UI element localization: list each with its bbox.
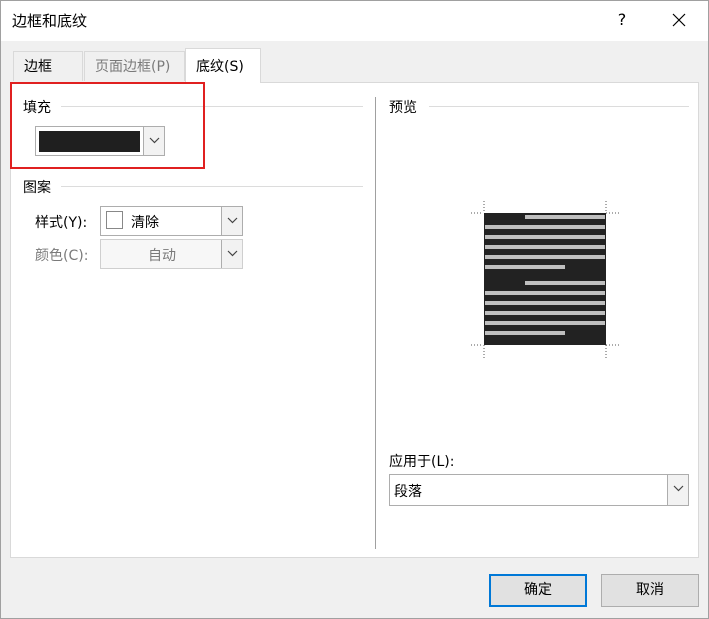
cancel-button[interactable]: 取消 bbox=[601, 574, 699, 607]
apply-to-value: 段落 bbox=[394, 484, 422, 500]
preview-group-divider bbox=[429, 106, 689, 107]
preview-group-label: 预览 bbox=[389, 97, 421, 117]
style-dropdown-arrow[interactable] bbox=[221, 207, 242, 235]
style-value: 清除 bbox=[131, 215, 159, 231]
fill-dropdown-arrow[interactable] bbox=[143, 127, 164, 155]
style-dropdown[interactable]: 清除 bbox=[100, 206, 243, 236]
dialog-title: 边框和底纹 bbox=[12, 12, 88, 30]
apply-to-dropdown[interactable]: 段落 bbox=[389, 474, 689, 506]
ok-button[interactable]: 确定 bbox=[489, 574, 587, 607]
preview-line bbox=[525, 215, 605, 219]
tab-borders[interactable]: 边框(B) bbox=[13, 51, 83, 105]
pattern-group-label: 图案 bbox=[23, 177, 55, 197]
tab-shading[interactable]: 底纹(S) bbox=[185, 48, 261, 83]
apply-to-label: 应用于(L): bbox=[389, 454, 455, 470]
preview-line bbox=[485, 291, 605, 295]
fill-group-divider bbox=[61, 106, 363, 107]
pattern-color-dropdown-arrow[interactable] bbox=[221, 240, 242, 268]
tab-shading-label: 底纹(S) bbox=[196, 59, 244, 75]
fill-color-dropdown[interactable] bbox=[35, 126, 165, 156]
panel-vertical-divider bbox=[375, 97, 376, 549]
fill-color-swatch bbox=[39, 131, 140, 152]
shading-preview bbox=[484, 213, 606, 345]
chevron-down-icon bbox=[673, 485, 684, 492]
preview-line bbox=[485, 301, 605, 305]
apply-to-dropdown-arrow[interactable] bbox=[667, 475, 688, 505]
preview-line bbox=[485, 255, 605, 259]
preview-line bbox=[485, 225, 605, 229]
preview-line bbox=[525, 281, 605, 285]
preview-line bbox=[485, 235, 605, 239]
pattern-color-label: 颜色(C): bbox=[35, 248, 89, 264]
title-bar: 边框和底纹 ? bbox=[1, 1, 708, 41]
preview-line bbox=[485, 265, 565, 269]
pattern-color-value: 自动 bbox=[148, 248, 176, 264]
tab-page-border-label: 页面边框(P) bbox=[95, 59, 171, 75]
style-label: 样式(Y): bbox=[35, 215, 88, 231]
style-swatch bbox=[106, 211, 123, 229]
fill-group-label: 填充 bbox=[23, 97, 55, 117]
pattern-group-divider bbox=[61, 186, 363, 187]
preview-line bbox=[485, 311, 605, 315]
chevron-down-icon bbox=[149, 137, 160, 144]
chevron-down-icon bbox=[227, 250, 238, 257]
borders-and-shading-dialog: 边框和底纹 ? 边框(B) 页面边框(P) 底纹(S) 填充 图案 样式(Y): bbox=[0, 0, 709, 619]
preview-line bbox=[485, 245, 605, 249]
tab-page-border[interactable]: 页面边框(P) bbox=[84, 51, 185, 81]
close-button[interactable] bbox=[656, 1, 702, 39]
preview-line bbox=[485, 321, 605, 325]
preview-line bbox=[485, 331, 565, 335]
chevron-down-icon bbox=[227, 217, 238, 224]
help-button[interactable]: ? bbox=[605, 1, 639, 39]
close-icon bbox=[672, 13, 686, 27]
pattern-color-dropdown[interactable]: 自动 bbox=[100, 239, 243, 269]
